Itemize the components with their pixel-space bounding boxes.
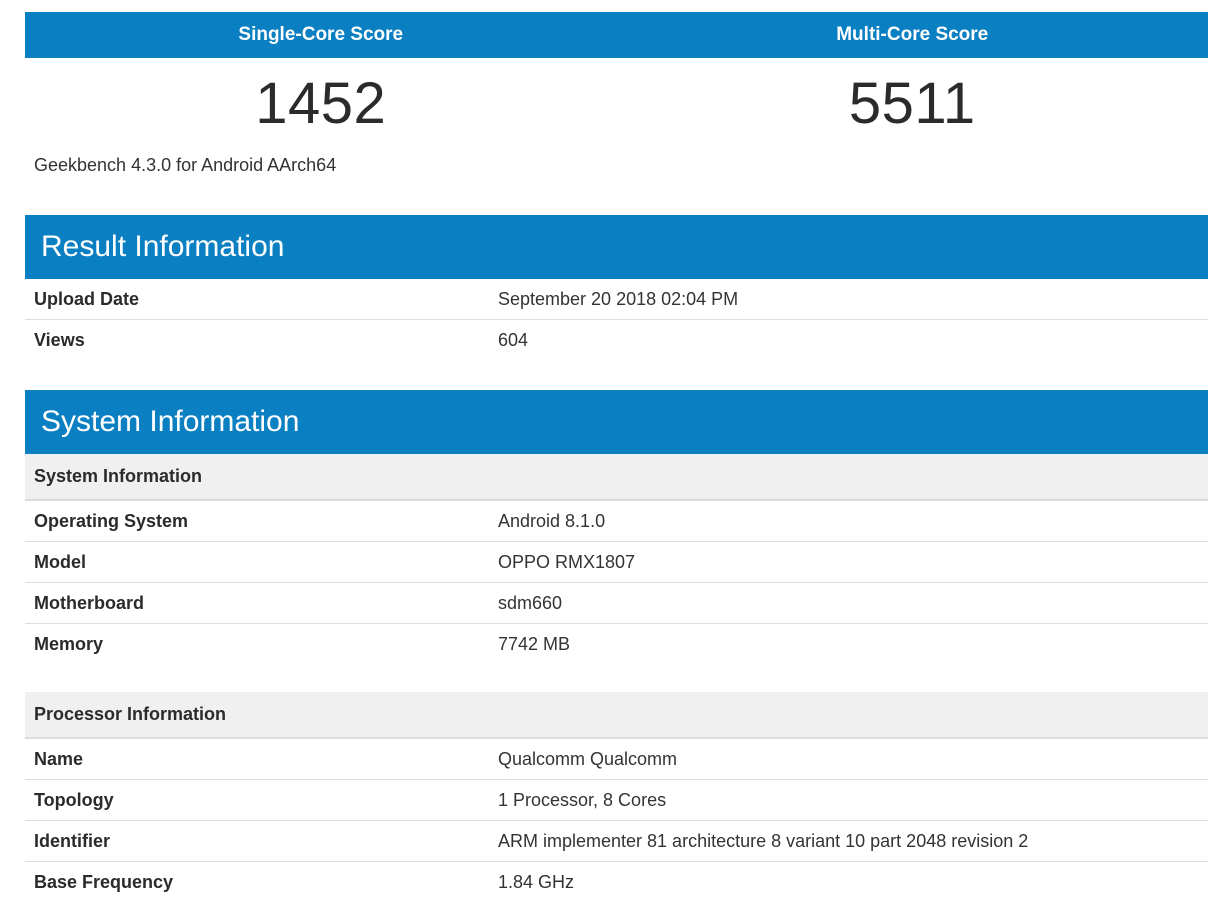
row-label: Base Frequency <box>34 872 174 892</box>
row-label: Upload Date <box>34 288 140 309</box>
row-value: September 20 2018 02:04 PM <box>498 288 739 309</box>
result-information-table: Upload Date September 20 2018 02:04 PM V… <box>25 279 1208 361</box>
multi-core-score-label: Multi-Core Score <box>836 24 989 45</box>
row-value: Qualcomm Qualcomm <box>498 748 678 769</box>
row-label: Identifier <box>34 830 111 851</box>
score-values-row: 1452 5511 <box>25 58 1208 148</box>
row-label: Model <box>34 551 86 572</box>
row-value: ARM implementer 81 architecture 8 varian… <box>498 830 1029 851</box>
table-row: Identifier ARM implementer 81 architectu… <box>25 821 1208 862</box>
score-table: Single-Core Score Multi-Core Score 1452 … <box>25 12 1208 148</box>
single-core-score-label: Single-Core Score <box>238 24 404 45</box>
processor-information-subheader: Processor Information <box>25 692 1208 739</box>
row-value: Android 8.1.0 <box>498 510 606 531</box>
benchmark-version-text: Geekbench 4.3.0 for Android AArch64 <box>34 155 337 175</box>
multi-core-score-value: 5511 <box>848 70 976 136</box>
table-row: Upload Date September 20 2018 02:04 PM <box>25 279 1208 320</box>
system-information-table: System Information Operating System Andr… <box>25 454 1208 665</box>
row-label: Motherboard <box>34 592 144 613</box>
row-label: Operating System <box>34 510 189 531</box>
table-row: Topology 1 Processor, 8 Cores <box>25 780 1208 821</box>
table-row: Views 604 <box>25 320 1208 361</box>
processor-information-table: Processor Information Name Qualcomm Qual… <box>25 692 1208 903</box>
row-value: 1 Processor, 8 Cores <box>498 789 667 810</box>
row-value: OPPO RMX1807 <box>498 551 636 572</box>
row-value: sdm660 <box>498 592 563 613</box>
benchmark-result-page: Single-Core Score Multi-Core Score 1452 … <box>0 0 1227 909</box>
table-row: Operating System Android 8.1.0 <box>25 501 1208 542</box>
table-row: Name Qualcomm Qualcomm <box>25 739 1208 780</box>
table-row: Memory 7742 MB <box>25 624 1208 665</box>
table-row: Base Frequency 1.84 GHz <box>25 862 1208 903</box>
system-information-header: System Information <box>25 390 1208 454</box>
row-value: 604 <box>498 330 529 350</box>
row-label: Views <box>34 330 85 350</box>
single-core-score-value: 1452 <box>255 70 387 136</box>
score-header-row: Single-Core Score Multi-Core Score <box>25 12 1208 58</box>
table-row: Motherboard sdm660 <box>25 583 1208 624</box>
row-value: 7742 MB <box>498 634 571 654</box>
table-row: Model OPPO RMX1807 <box>25 542 1208 583</box>
row-label: Memory <box>34 634 104 654</box>
row-label: Topology <box>34 789 114 810</box>
system-information-subheader: System Information <box>25 454 1208 501</box>
row-label: Name <box>34 748 84 769</box>
result-information-header: Result Information <box>25 215 1208 279</box>
row-value: 1.84 GHz <box>498 872 575 892</box>
